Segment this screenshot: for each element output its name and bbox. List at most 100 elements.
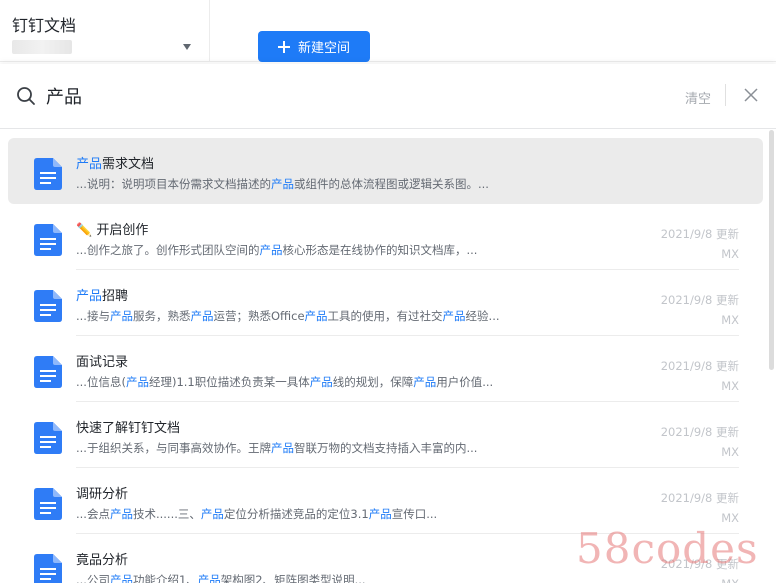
- text-segment: 定位分析描述竞品的定位3.1: [223, 507, 369, 521]
- workspace-switcher[interactable]: 钉钉文档: [0, 0, 210, 62]
- highlight-term: 产品: [76, 289, 103, 304]
- text-segment: ...接与: [76, 309, 110, 323]
- search-icon: [17, 87, 35, 105]
- result-snippet: ...于组织关系，与同事高效协作。王牌产品智联万物的文档支持插入丰富的内...: [76, 440, 477, 456]
- search-bar: 清空: [0, 64, 776, 129]
- new-space-button[interactable]: 新建空间: [258, 31, 370, 62]
- text-segment: ...说明：说明项目本份需求文档描述的: [76, 177, 271, 191]
- search-input[interactable]: [46, 81, 646, 111]
- highlight-term: 产品: [413, 375, 437, 389]
- document-icon: [34, 554, 62, 583]
- text-segment: 调研分析: [76, 487, 129, 502]
- text-segment: 竟品分析: [76, 553, 129, 568]
- watermark: 58codes: [576, 524, 759, 573]
- author-name: MX: [721, 379, 739, 393]
- text-segment: ...公司: [76, 573, 110, 583]
- result-snippet: ...说明：说明项目本份需求文档描述的产品或组件的总体流程图或逻辑关系图。...: [76, 176, 489, 192]
- document-icon: [34, 488, 62, 520]
- account-name-blurred: [12, 40, 72, 54]
- result-title: ✏️ 开启创作: [76, 219, 148, 238]
- highlight-term: 产品: [109, 309, 133, 323]
- document-icon: [34, 422, 62, 454]
- plus-icon: [277, 40, 290, 53]
- document-icon: [34, 356, 62, 388]
- highlight-term: 产品: [109, 573, 133, 583]
- result-snippet: ...创作之旅了。创作形式团队空间的产品核心形态是在线协作的知识文档库，...: [76, 242, 477, 258]
- document-icon: [34, 158, 62, 190]
- text-segment: 技术......三、: [132, 507, 201, 521]
- text-segment: 用户价值...: [436, 375, 494, 389]
- result-title: 竟品分析: [76, 549, 128, 568]
- result-title: 面试记录: [76, 351, 128, 370]
- document-icon: [34, 290, 62, 322]
- text-segment: 工具的使用，有过社交: [327, 309, 443, 323]
- highlight-term: 产品: [270, 441, 294, 455]
- author-name: MX: [721, 247, 739, 261]
- result-snippet: ...位信息(产品经理)1.1职位描述负责某一具体产品线的规划，保障产品用户价值…: [76, 374, 493, 390]
- text-segment: 宣传口...: [391, 507, 438, 521]
- text-segment: 核心形态是在线协作的知识文档库，...: [282, 243, 478, 257]
- result-row[interactable]: ✏️ 开启创作 ...创作之旅了。创作形式团队空间的产品核心形态是在线协作的知识文…: [8, 204, 763, 270]
- text-segment: 招聘: [102, 289, 129, 304]
- text-segment: ...位信息(: [76, 375, 126, 389]
- text-segment: 服务，熟悉: [132, 309, 191, 323]
- text-segment: ✏️ 开启创作: [76, 223, 149, 238]
- text-segment: 功能介绍1、: [132, 573, 198, 583]
- text-segment: 智联万物的文档支持插入丰富的内...: [293, 441, 478, 455]
- text-segment: 运营；熟悉Office: [213, 309, 305, 323]
- result-title: 产品招聘: [76, 285, 128, 304]
- text-segment: 经理)1.1职位描述负责某一具体: [148, 375, 310, 389]
- app-title: 钉钉文档: [12, 16, 77, 35]
- author-name: MX: [721, 577, 739, 583]
- scrollbar[interactable]: [769, 130, 774, 370]
- highlight-term: 产品: [197, 573, 221, 583]
- result-row[interactable]: 快速了解钉钉文档 ...于组织关系，与同事高效协作。王牌产品智联万物的文档支持插入…: [8, 402, 763, 468]
- text-segment: 需求文档: [102, 157, 155, 172]
- updated-date: 2021/9/8 更新: [660, 491, 739, 505]
- chevron-down-icon[interactable]: [183, 44, 191, 50]
- result-snippet: ...会点产品技术......三、产品定位分析描述竞品的定位3.1产品宣传口..…: [76, 506, 437, 522]
- updated-date: 2021/9/8 更新: [660, 227, 739, 241]
- document-icon: [34, 224, 62, 256]
- highlight-term: 产品: [309, 375, 333, 389]
- new-space-label: 新建空间: [297, 41, 350, 56]
- result-snippet: ...接与产品服务，熟悉产品运营；熟悉Office产品工具的使用，有过社交产品经…: [76, 308, 500, 324]
- updated-date: 2021/9/8 更新: [660, 425, 739, 439]
- updated-date: 2021/9/8 更新: [660, 293, 739, 307]
- highlight-term: 产品: [304, 309, 328, 323]
- text-segment: ...会点: [76, 507, 110, 521]
- author-name: MX: [721, 511, 739, 525]
- text-segment: 或组件的总体流程图或逻辑关系图。...: [293, 177, 489, 191]
- author-name: MX: [721, 313, 739, 327]
- highlight-term: 产品: [76, 157, 103, 172]
- highlight-term: 产品: [368, 507, 392, 521]
- text-segment: 经验...: [465, 309, 500, 323]
- highlight-term: 产品: [190, 309, 214, 323]
- highlight-term: 产品: [109, 507, 133, 521]
- result-snippet: ...公司产品功能介绍1、产品架构图2、矩阵图类型说明...: [76, 572, 366, 583]
- result-title: 快速了解钉钉文档: [76, 417, 180, 436]
- highlight-term: 产品: [125, 375, 149, 389]
- highlight-term: 产品: [270, 177, 294, 191]
- clear-button[interactable]: 清空: [685, 88, 711, 107]
- text-segment: 线的规划，保障: [332, 375, 414, 389]
- author-name: MX: [721, 445, 739, 459]
- divider: [725, 84, 726, 106]
- search-results-list: 产品需求文档 ...说明：说明项目本份需求文档描述的产品或组件的总体流程图或逻辑关…: [0, 130, 776, 583]
- top-header: 钉钉文档 新建空间: [0, 0, 776, 62]
- result-row[interactable]: 产品招聘 ...接与产品服务，熟悉产品运营；熟悉Office产品工具的使用，有过社…: [8, 270, 763, 336]
- highlight-term: 产品: [200, 507, 224, 521]
- search-panel: 清空 产品需求文档...说明：说明项目本份需求文档描述的产品或组件的总体流程图或…: [0, 64, 776, 583]
- result-title: 调研分析: [76, 483, 128, 502]
- result-title: 产品需求文档: [76, 153, 154, 172]
- result-row[interactable]: 产品需求文档 ...说明：说明项目本份需求文档描述的产品或组件的总体流程图或逻辑关…: [8, 138, 763, 204]
- updated-date: 2021/9/8 更新: [660, 359, 739, 373]
- text-segment: 快速了解钉钉文档: [76, 421, 181, 436]
- highlight-term: 产品: [442, 309, 466, 323]
- highlight-term: 产品: [259, 243, 283, 257]
- text-segment: 架构图2、矩阵图类型说明...: [220, 573, 366, 583]
- result-row[interactable]: 面试记录 ...位信息(产品经理)1.1职位描述负责某一具体产品线的规划，保障产品…: [8, 336, 763, 402]
- text-segment: 面试记录: [76, 355, 129, 370]
- text-segment: ...创作之旅了。创作形式团队空间的: [76, 243, 260, 257]
- close-icon[interactable]: [744, 88, 758, 102]
